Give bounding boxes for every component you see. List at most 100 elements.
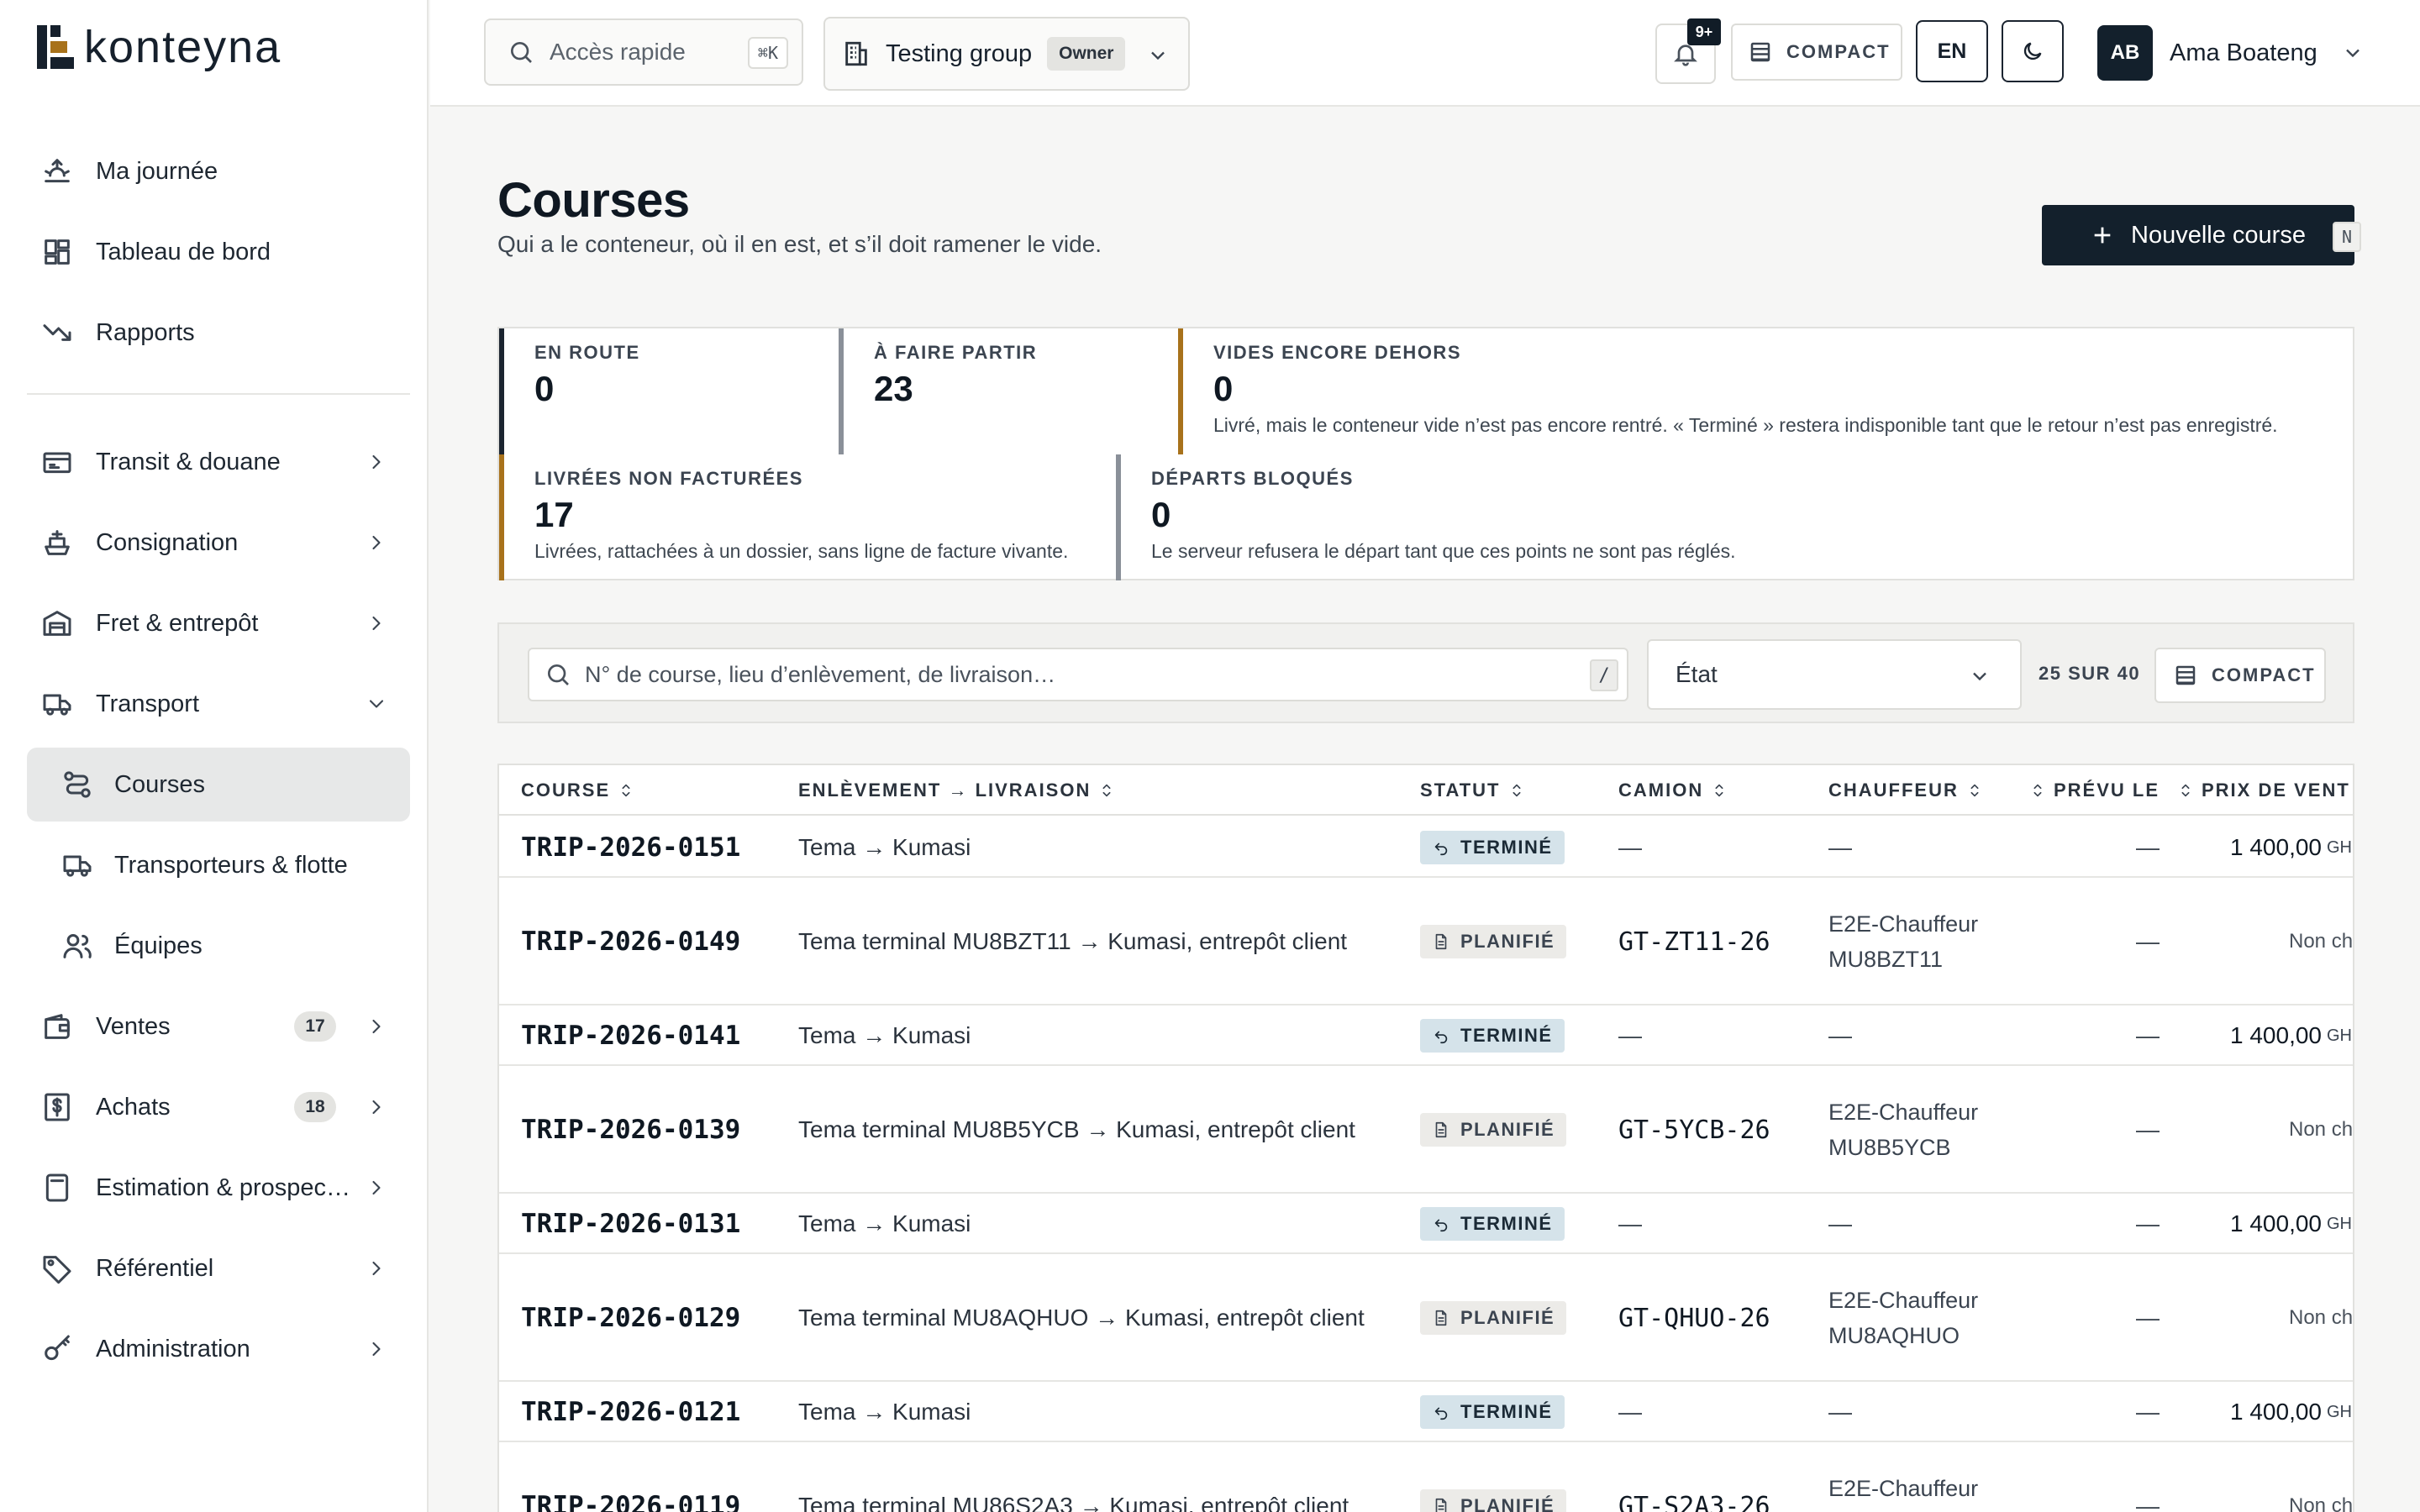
user-name: Ama Boateng [2170,39,2317,66]
notifications-badge: 9+ [1687,18,1721,45]
column-header-prevu-le[interactable]: PRÉVU LE [1944,765,2160,816]
stat-a-faire-partir[interactable]: À FAIRE PARTIR 23 [839,328,1175,454]
course-id[interactable]: TRIP-2026-0129 [521,1254,740,1382]
stat-en-route[interactable]: EN ROUTE 0 [499,328,835,454]
list-icon [2175,665,2196,685]
chevron-right-icon [372,535,381,550]
status-pill: TERMINÉ [1420,1207,1565,1241]
column-header-enlevement-livraison[interactable]: ENLÈVEMENT → LIVRAISON [798,765,1123,816]
sidebar-item-label: Transport [96,690,200,717]
new-course-button[interactable]: Nouvelle course [2042,205,2354,265]
column-header-prix-de-vent[interactable]: PRIX DE VENT [2170,765,2350,816]
search-input[interactable]: N° de course, lieu d’enlèvement, de livr… [528,648,1628,701]
status-label: PLANIFIÉ [1460,1119,1555,1140]
course-id[interactable]: TRIP-2026-0121 [521,1382,740,1442]
sidebar-item-label: Référentiel [96,1254,214,1282]
sidebar-item-ma-journee[interactable]: Ma journée [27,134,410,208]
chevron-right-icon [372,1261,381,1276]
sidebar-item-courses[interactable]: Courses [27,748,410,822]
course-id[interactable]: TRIP-2026-0131 [521,1194,740,1254]
sidebar-item-consignation[interactable]: Consignation [27,506,410,580]
sidebar-item-transporteurs-flotte[interactable]: Transporteurs & flotte [27,828,410,902]
document-icon [1435,1310,1447,1326]
planned-date: — [2136,1493,2160,1512]
table-row[interactable]: TRIP-2026-0119 Tema terminal MU86S2A3 → K… [499,1442,2353,1512]
table-row[interactable]: TRIP-2026-0149 Tema terminal MU8BZT11 → K… [499,878,2353,1005]
sidebar-item-transit-douane[interactable]: Transit & douane [27,425,410,499]
table-row[interactable]: TRIP-2026-0141 Tema → Kumasi TERMINÉ — — — 1 4… [499,1005,2353,1066]
stat-description: Livrées, rattachées à un dossier, sans l… [534,540,1069,562]
new-course-label: Nouvelle course [2131,221,2306,249]
status-label: PLANIFIÉ [1460,1495,1555,1512]
truck-plate[interactable]: GT-S2A3-26 [1618,1442,1770,1512]
group-switcher[interactable]: Testing group Owner [823,17,1190,91]
column-header-course[interactable]: COURSE [521,765,642,816]
dashboard-icon [45,239,70,265]
chevron-down-icon [1151,51,1165,60]
table-row[interactable]: TRIP-2026-0151 Tema → Kumasi TERMINÉ — — — 1 4… [499,817,2353,878]
sidebar-item-tableau-de-bord[interactable]: Tableau de bord [27,215,410,289]
course-id[interactable]: TRIP-2026-0149 [521,878,740,1005]
compact-table-toggle[interactable]: COMPACT [2154,648,2326,703]
trend-down-icon [43,324,71,341]
sidebar-item-label: Rapports [96,318,195,346]
user-menu[interactable]: AB Ama Boateng [2097,25,2365,81]
return-icon [1434,843,1448,856]
page-title: Courses [497,173,690,228]
search-icon [511,42,532,63]
sidebar-item-transport[interactable]: Transport [27,667,410,741]
brand-logo[interactable]: konteyna [37,24,281,71]
sale-price: 1 400,00 GH [2230,1382,2352,1442]
table-row[interactable]: TRIP-2026-0131 Tema → Kumasi TERMINÉ — — — 1 4… [499,1194,2353,1254]
stat-value: 0 [1213,369,1234,408]
chevron-right-icon [372,616,381,631]
stat-vides-encore-dehors[interactable]: VIDES ENCORE DEHORS 0 Livré, mais le con… [1178,328,2354,454]
stat-description: Le serveur refusera le départ tant que c… [1151,540,1736,562]
course-id[interactable]: TRIP-2026-0141 [521,1005,740,1066]
column-header-camion[interactable]: CAMION [1618,765,1735,816]
users-icon [63,934,92,958]
stat-livrees-non-facturees[interactable]: LIVRÉES NON FACTURÉES 17 Livrées, rattac… [499,454,1113,580]
currency: GH [2327,837,2352,857]
language-button[interactable]: EN [1916,20,1988,82]
key-icon [45,1335,70,1361]
course-id[interactable]: TRIP-2026-0119 [521,1442,740,1512]
notifications-button[interactable]: 9+ [1655,18,1721,84]
truck-icon [43,694,71,716]
search-shortcut: / [1590,659,1618,691]
column-header-label: PRIX DE VENT [2202,780,2350,801]
sidebar-item-fret-entrepot[interactable]: Fret & entrepôt [27,586,410,660]
truck-plate[interactable]: GT-5YCB-26 [1618,1066,1770,1194]
sidebar-item-estimation-prospec[interactable]: Estimation & prospec… [27,1151,410,1225]
course-id[interactable]: TRIP-2026-0139 [521,1066,740,1194]
stat-departs-bloques[interactable]: DÉPARTS BLOQUÉS 0 Le serveur refusera le… [1116,454,2354,580]
course-id[interactable]: TRIP-2026-0151 [521,817,740,878]
chevron-right-icon [372,1341,381,1357]
truck-plate[interactable]: GT-QHUO-26 [1618,1254,1770,1382]
sidebar-item-achats[interactable]: Achats 18 [27,1070,410,1144]
sidebar-item-administration[interactable]: Administration [27,1312,410,1386]
sort-icon [1512,784,1520,797]
sidebar-item-ventes[interactable]: Ventes 17 [27,990,410,1063]
state-select[interactable]: État [1647,639,2022,710]
status-label: TERMINÉ [1460,1401,1553,1422]
course-route: Tema → Kumasi [798,834,971,860]
column-header-statut[interactable]: STATUT [1420,765,1533,816]
quick-access-button[interactable]: Accès rapide ⌘K [484,18,803,86]
stat-label: EN ROUTE [534,342,640,363]
document-icon [1435,1121,1447,1138]
theme-toggle[interactable] [2002,20,2064,82]
stat-value: 17 [534,495,574,534]
sidebar-item-equipes[interactable]: Équipes [27,909,410,983]
column-header-label: CAMION [1618,780,1704,801]
sidebar-item-label: Estimation & prospec… [96,1173,351,1201]
table-row[interactable]: TRIP-2026-0139 Tema terminal MU8B5YCB → K… [499,1066,2353,1194]
truck-plate[interactable]: GT-ZT11-26 [1618,878,1770,1005]
sidebar-item-referentiel[interactable]: Référentiel [27,1231,410,1305]
sidebar-item-rapports[interactable]: Rapports [27,296,410,370]
table-row[interactable]: TRIP-2026-0121 Tema → Kumasi TERMINÉ — — — 1 4… [499,1382,2353,1442]
table-row[interactable]: TRIP-2026-0129 Tema terminal MU8AQHUO → K… [499,1254,2353,1382]
chevron-right-icon [372,1180,381,1195]
driver-name: — [1828,834,1852,860]
compact-mode-toggle[interactable]: COMPACT [1731,24,1902,81]
